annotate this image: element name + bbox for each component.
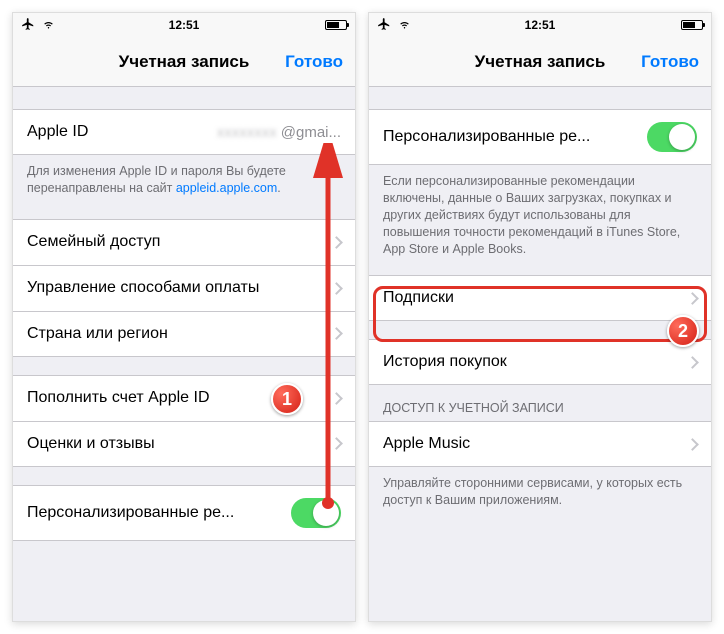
phone-right: 12:51 Учетная запись Готово Персонализир… [368, 12, 712, 622]
nav-title: Учетная запись [119, 52, 250, 72]
content-right: Персонализированные ре... Если персонали… [369, 87, 711, 621]
status-bar: 12:51 [13, 13, 355, 37]
country-region-row[interactable]: Страна или регион [13, 311, 355, 357]
personalized-recs-row[interactable]: Персонализированные ре... [13, 485, 355, 541]
personalized-switch[interactable] [647, 122, 697, 152]
apple-id-blur: xxxxxxxx [217, 124, 277, 141]
battery-icon [681, 20, 703, 30]
chevron-icon [330, 437, 343, 450]
phone-left: 12:51 Учетная запись Готово Apple ID xxx… [12, 12, 356, 622]
chevron-icon [330, 236, 343, 249]
done-button[interactable]: Готово [285, 37, 343, 86]
status-time: 12:51 [486, 18, 595, 32]
family-sharing-row[interactable]: Семейный доступ [13, 219, 355, 265]
personalized-recs-row[interactable]: Персонализированные ре... [369, 109, 711, 165]
done-button[interactable]: Готово [641, 37, 699, 86]
content-left: Apple ID xxxxxxxx @gmai... Для изменения… [13, 87, 355, 621]
chevron-icon [330, 392, 343, 405]
wifi-icon [41, 18, 56, 33]
personalized-switch[interactable] [291, 498, 341, 528]
apple-id-value: @gmai... [281, 124, 341, 141]
apple-id-footer: Для изменения Apple ID и пароля Вы будет… [13, 155, 355, 201]
add-funds-row[interactable]: Пополнить счет Apple ID [13, 375, 355, 421]
purchase-history-row[interactable]: История покупок [369, 339, 711, 385]
status-time: 12:51 [130, 18, 239, 32]
chevron-icon [686, 356, 699, 369]
chevron-icon [686, 438, 699, 451]
nav-title: Учетная запись [475, 52, 606, 72]
battery-icon [325, 20, 347, 30]
nav-bar: Учетная запись Готово [13, 37, 355, 87]
wifi-icon [397, 18, 412, 33]
apple-id-row[interactable]: Apple ID xxxxxxxx @gmai... [13, 109, 355, 155]
apple-music-row[interactable]: Apple Music [369, 421, 711, 467]
airplane-icon [377, 17, 391, 34]
ratings-reviews-row[interactable]: Оценки и отзывы [13, 421, 355, 467]
chevron-icon [686, 292, 699, 305]
access-footer: Управляйте сторонними сервисами, у котор… [369, 467, 711, 513]
chevron-icon [330, 282, 343, 295]
airplane-icon [21, 17, 35, 34]
apple-id-label: Apple ID [27, 123, 217, 141]
chevron-icon [330, 327, 343, 340]
account-access-header: ДОСТУП К УЧЕТНОЙ ЗАПИСИ [369, 385, 711, 421]
subscriptions-row[interactable]: Подписки [369, 275, 711, 321]
nav-bar: Учетная запись Готово [369, 37, 711, 87]
manage-payments-row[interactable]: Управление способами оплаты [13, 265, 355, 311]
personalized-footer: Если персонализированные рекомендации вк… [369, 165, 711, 261]
status-bar: 12:51 [369, 13, 711, 37]
appleid-link[interactable]: appleid.apple.com [176, 181, 277, 195]
